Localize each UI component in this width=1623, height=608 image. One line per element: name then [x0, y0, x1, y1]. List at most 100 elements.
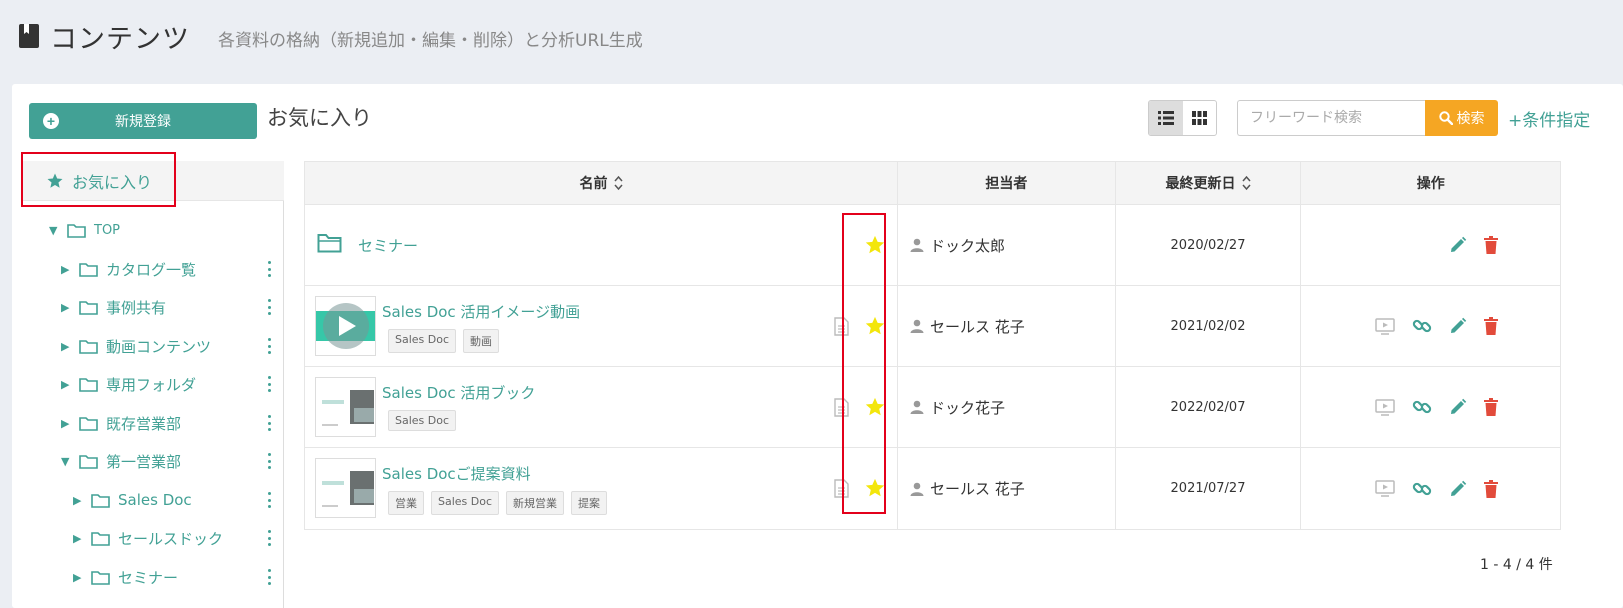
- star-icon: [47, 173, 63, 188]
- tag[interactable]: Sales Doc: [431, 491, 500, 515]
- kebab-menu-icon[interactable]: [266, 338, 272, 354]
- tree-item-existing-sales[interactable]: ▶ 既存営業部: [61, 404, 181, 442]
- star-icon[interactable]: [864, 315, 886, 337]
- tag[interactable]: 新規営業: [506, 491, 565, 515]
- actions-cell: [1301, 448, 1560, 529]
- kebab-menu-icon[interactable]: [266, 415, 272, 431]
- tree-item-label: 専用フォルダ: [106, 375, 197, 394]
- item-title-link[interactable]: Sales Doc 活用イメージ動画: [382, 301, 580, 322]
- owner-cell: ドック花子: [898, 367, 1116, 447]
- tree-item-dedicated[interactable]: ▶ 専用フォルダ: [61, 365, 196, 403]
- item-title-link[interactable]: セミナー: [358, 235, 418, 256]
- link-icon[interactable]: [1412, 316, 1432, 336]
- edit-icon[interactable]: [1449, 236, 1467, 254]
- column-label: 担当者: [985, 176, 1028, 192]
- column-header-owner: 担当者: [898, 162, 1116, 204]
- tag[interactable]: 営業: [388, 491, 424, 515]
- document-thumbnail[interactable]: [315, 377, 376, 437]
- trash-icon[interactable]: [1484, 236, 1499, 254]
- owner-cell: セールス 花子: [898, 448, 1116, 529]
- kebab-menu-icon[interactable]: [266, 453, 272, 469]
- new-register-button[interactable]: + 新規登録: [29, 103, 257, 139]
- sidebar-item-label: お気に入り: [72, 172, 153, 192]
- edit-icon[interactable]: [1449, 317, 1467, 335]
- tree-item-seminar[interactable]: ▶ セミナー: [73, 558, 178, 596]
- tag-list: Sales Doc: [388, 410, 457, 431]
- edit-icon[interactable]: [1449, 398, 1467, 416]
- edit-icon[interactable]: [1449, 480, 1467, 498]
- item-title-link[interactable]: Sales Doc 活用ブック: [382, 382, 535, 403]
- folder-icon: [317, 234, 342, 253]
- tree-item-label: 動画コンテンツ: [106, 337, 212, 356]
- star-icon[interactable]: [864, 396, 886, 418]
- video-thumbnail[interactable]: [315, 296, 376, 356]
- tree-item-video[interactable]: ▶ 動画コンテンツ: [61, 327, 211, 365]
- tag[interactable]: 提案: [571, 491, 608, 515]
- column-header-updated[interactable]: 最終更新日: [1116, 162, 1302, 204]
- trash-icon[interactable]: [1484, 398, 1499, 416]
- tree-item-label: TOP: [94, 222, 121, 238]
- presentation-icon[interactable]: [1375, 480, 1395, 497]
- tree-item-top[interactable]: ▼ TOP: [49, 211, 120, 249]
- tree-item-salesdock[interactable]: ▶ セールスドック: [73, 519, 223, 557]
- trash-icon[interactable]: [1484, 479, 1499, 498]
- tree-item-label: カタログ一覧: [106, 260, 197, 279]
- caret-right-icon: ▶: [61, 300, 70, 314]
- presentation-icon[interactable]: [1375, 398, 1395, 416]
- page-subtitle: 各資料の格納（新規追加・編集・削除）と分析URL生成: [218, 30, 643, 51]
- grid-view-button[interactable]: [1183, 101, 1217, 135]
- sort-icon: [1241, 175, 1251, 191]
- tag[interactable]: Sales Doc: [388, 410, 457, 431]
- tree-item-case-sharing[interactable]: ▶ 事例共有: [61, 288, 166, 326]
- folder-icon: [79, 339, 98, 354]
- trash-icon[interactable]: [1484, 317, 1499, 335]
- kebab-menu-icon[interactable]: [266, 569, 272, 585]
- grid-icon: [1191, 111, 1207, 125]
- kebab-menu-icon[interactable]: [266, 261, 272, 277]
- owner-name: セールス 花子: [930, 480, 1025, 498]
- owner-name: セールス 花子: [930, 317, 1025, 336]
- kebab-menu-icon[interactable]: [266, 492, 272, 508]
- search-button[interactable]: 検索: [1425, 100, 1498, 136]
- caret-down-icon: ▼: [49, 223, 58, 237]
- kebab-menu-icon[interactable]: [266, 299, 272, 315]
- tag[interactable]: Sales Doc: [388, 329, 457, 353]
- tree-item-first-sales[interactable]: ▼ 第一営業部: [61, 442, 181, 480]
- caret-right-icon: ▶: [61, 416, 70, 430]
- kebab-menu-icon[interactable]: [266, 376, 272, 392]
- document-icon: [834, 398, 849, 417]
- sort-icon: [613, 175, 623, 191]
- search-input[interactable]: [1237, 100, 1425, 136]
- search-icon: [1438, 111, 1453, 125]
- tree-item-catalog[interactable]: ▶ カタログ一覧: [61, 250, 196, 288]
- caret-down-icon: ▼: [61, 454, 70, 468]
- link-icon[interactable]: [1412, 479, 1432, 499]
- presentation-icon[interactable]: [1375, 317, 1395, 335]
- column-label: 最終更新日: [1165, 176, 1236, 192]
- document-thumbnail[interactable]: [315, 458, 376, 518]
- tree-item-label: セミナー: [118, 568, 179, 587]
- tree-item-sales-doc[interactable]: ▶ Sales Doc: [73, 481, 192, 519]
- caret-right-icon: ▶: [61, 377, 70, 391]
- kebab-menu-icon[interactable]: [266, 530, 272, 546]
- condition-link[interactable]: +条件指定: [1508, 106, 1590, 131]
- link-icon[interactable]: [1412, 397, 1432, 417]
- tree-item-label: Sales Doc: [118, 491, 192, 509]
- sidebar-item-favorites[interactable]: お気に入り: [21, 161, 284, 201]
- folder-sidebar: お気に入り ▼ TOP ▶ カタログ一覧 ▶ 事例共有 ▶ 動画コンテンツ ▶: [21, 152, 284, 608]
- owner-cell: セールス 花子: [898, 286, 1116, 366]
- person-icon: [910, 238, 924, 252]
- tree-item-label: セールスドック: [118, 529, 224, 548]
- column-header-name[interactable]: 名前: [305, 162, 899, 204]
- content-table: 名前 担当者 最終更新日 操作 セミナー ドック太郎 2020/02/27 Sa…: [304, 161, 1561, 530]
- section-title: お気に入り: [267, 106, 372, 130]
- name-cell: Sales Docご提案資料 営業 Sales Doc 新規営業 提案: [305, 448, 898, 529]
- list-view-button[interactable]: [1149, 101, 1183, 135]
- owner-name: ドック花子: [930, 398, 1006, 417]
- item-title-link[interactable]: Sales Docご提案資料: [382, 463, 531, 484]
- star-icon[interactable]: [864, 477, 886, 499]
- person-icon: [910, 482, 924, 496]
- new-register-label: 新規登録: [115, 113, 171, 129]
- star-icon[interactable]: [864, 234, 886, 256]
- tag[interactable]: 動画: [463, 329, 500, 353]
